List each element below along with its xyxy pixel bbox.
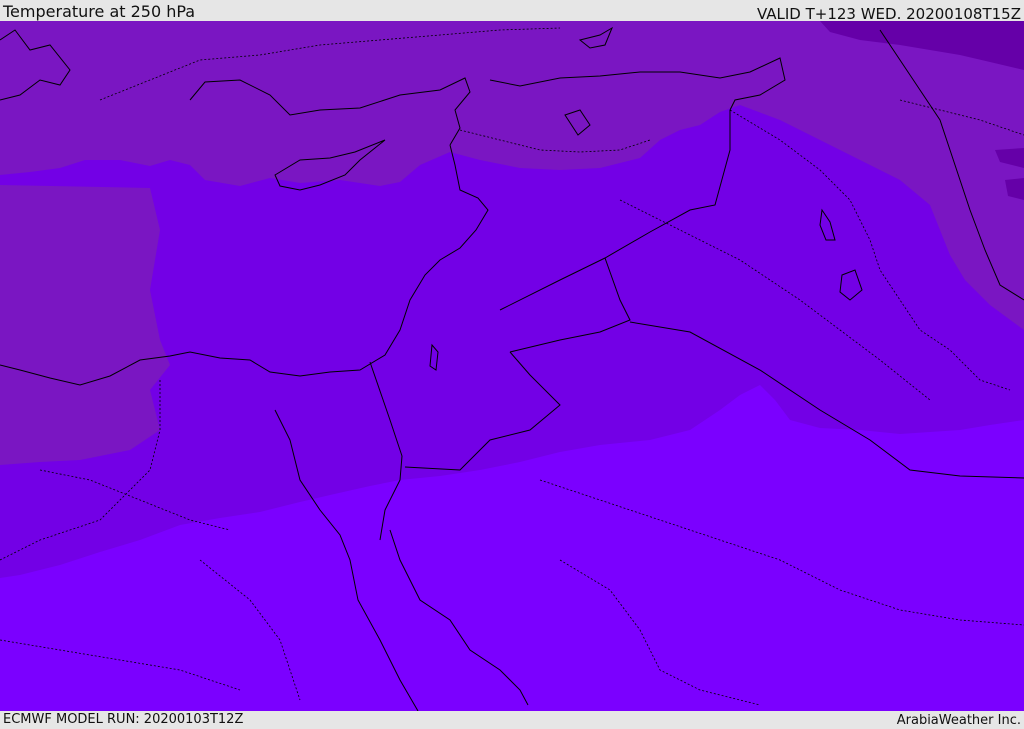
map-title: Temperature at 250 hPa [3, 2, 196, 21]
brand-label: ArabiaWeather Inc. [896, 713, 1021, 728]
temperature-map[interactable] [0, 21, 1024, 711]
cool-band-west [0, 185, 170, 465]
model-run-label: ECMWF MODEL RUN: 20200103T12Z [3, 712, 244, 727]
